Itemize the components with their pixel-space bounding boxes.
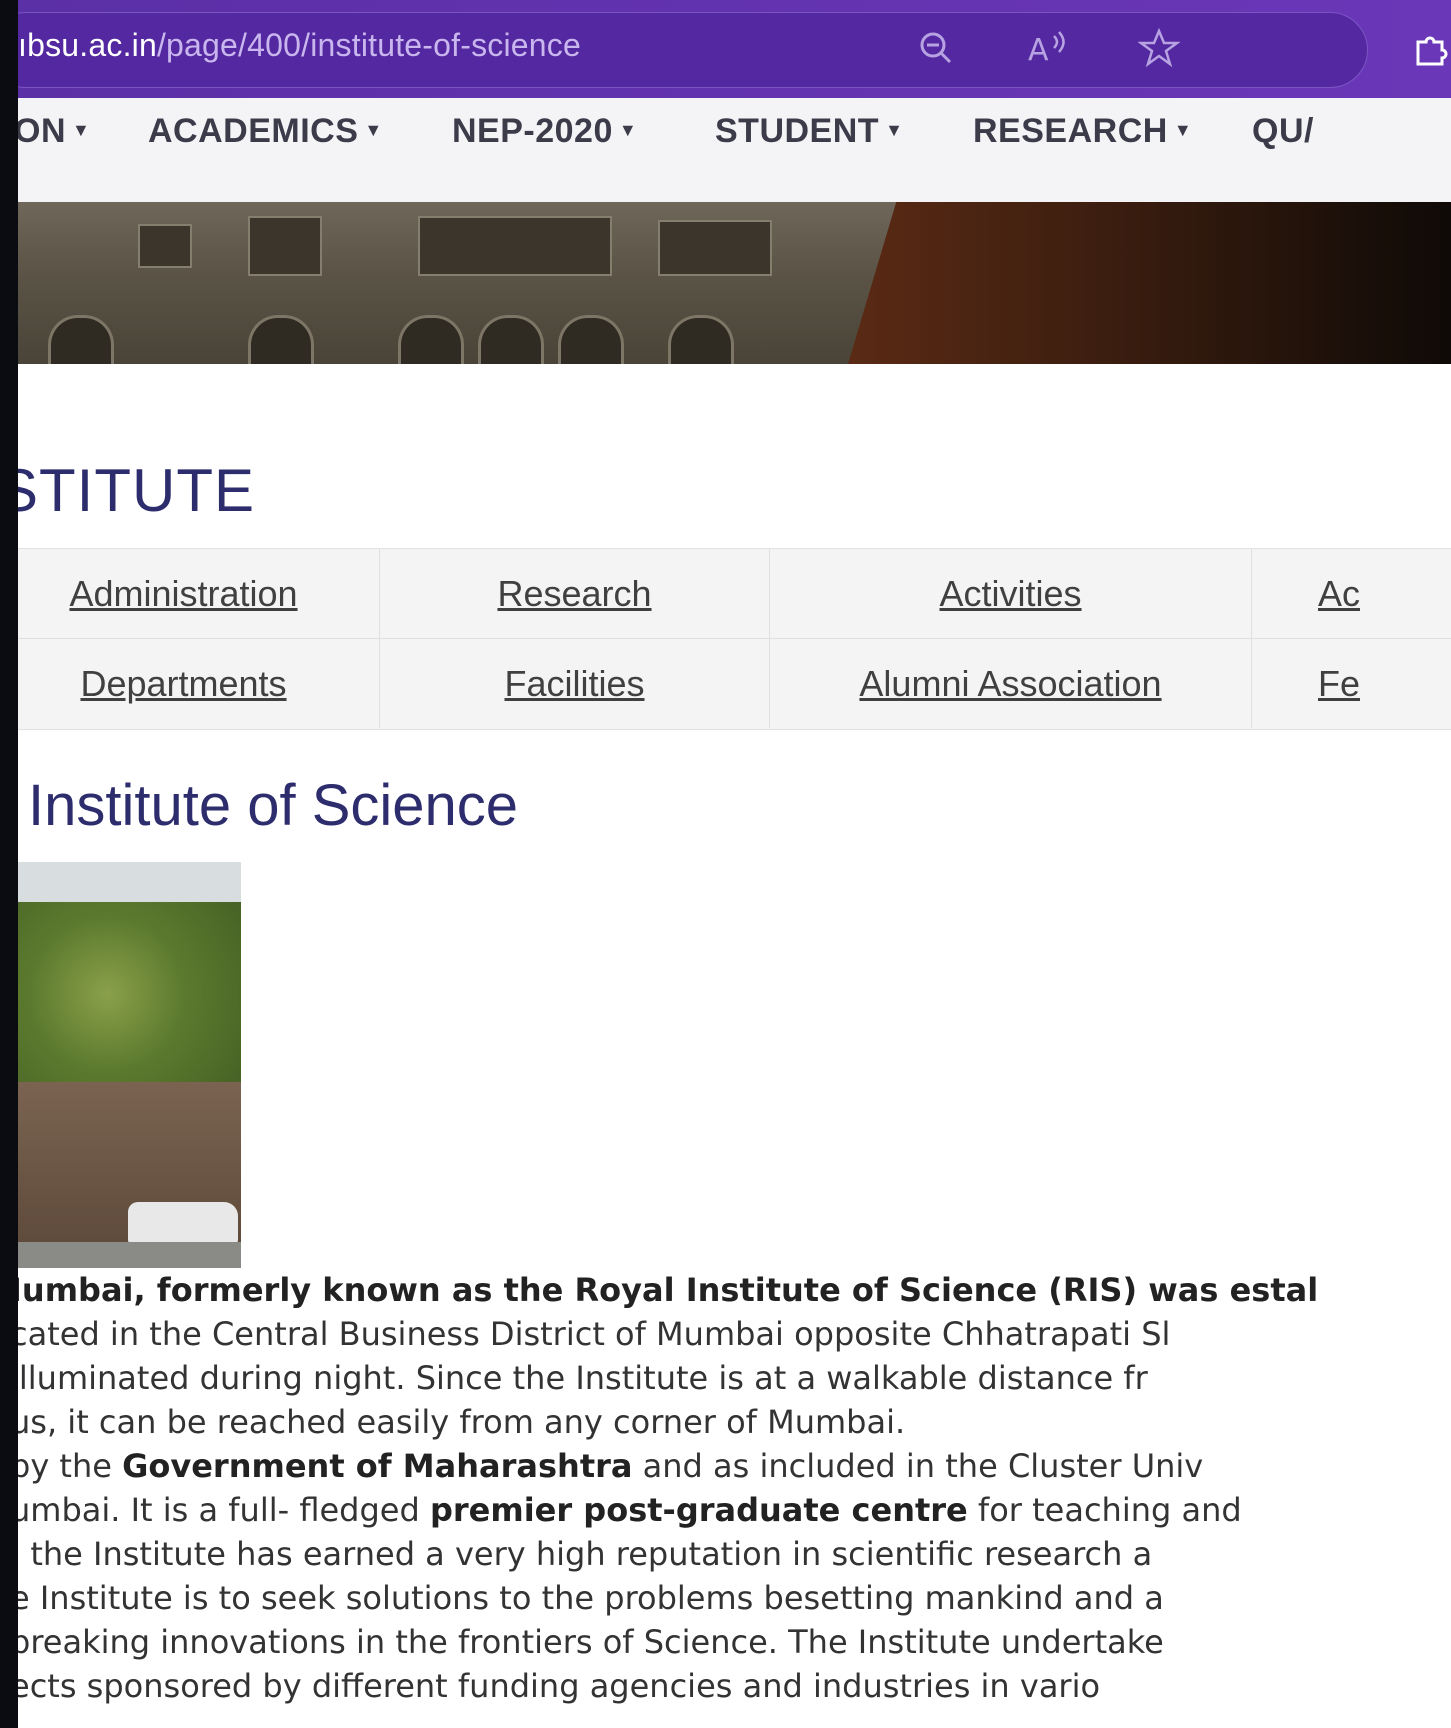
caret-down-icon: ▼	[1173, 120, 1193, 140]
caret-down-icon: ▼	[364, 120, 383, 140]
paragraph-line: e Institute is to seek solutions to the …	[18, 1579, 1164, 1617]
text-segment: umbai. It is a full- fledged	[18, 1491, 430, 1529]
read-aloud-icon[interactable]: A	[1026, 28, 1070, 74]
link-cell: Administration	[18, 549, 380, 638]
link-research[interactable]: Research	[497, 573, 651, 615]
interior-image	[848, 202, 1451, 364]
bold-text: Government of Maharashtra	[122, 1447, 633, 1485]
paragraph-line: , the Institute has earned a very high r…	[18, 1535, 1153, 1573]
institute-links-table: Administration Research Activities Ac De…	[18, 548, 1451, 730]
banner-image	[18, 202, 1451, 364]
favorite-star-icon[interactable]	[1137, 27, 1181, 74]
text-segment: for teaching and	[967, 1491, 1242, 1529]
link-administration[interactable]: Administration	[69, 573, 297, 615]
link-cell: Facilities	[380, 639, 770, 728]
caret-down-icon: ▼	[885, 120, 904, 140]
extensions-icon[interactable]	[1410, 28, 1450, 75]
paragraph-line: breaking innovations in the frontiers of…	[18, 1623, 1164, 1661]
intro-sentence: Iumbai, formerly known as the Royal Inst…	[18, 1271, 1319, 1309]
url-host: ıbsu.ac.in	[18, 27, 157, 63]
nav-label: ON	[18, 112, 66, 150]
link-cell: Research	[380, 549, 770, 638]
link-cell: Fe	[1252, 639, 1451, 728]
paragraph-line: us, it can be reached easily from any co…	[18, 1403, 906, 1441]
paragraph-line: cated in the Central Business District o…	[18, 1315, 1171, 1353]
link-cell: Ac	[1252, 549, 1451, 638]
url-path: /page/400/institute-of-science	[156, 27, 581, 63]
bold-text: premier post-graduate centre	[429, 1491, 968, 1529]
nav-label: STUDENT	[715, 112, 880, 150]
zoom-out-icon[interactable]	[916, 28, 956, 74]
text-segment: by the	[18, 1447, 123, 1485]
nav-label: RESEARCH	[973, 112, 1168, 150]
nav-item-research[interactable]: RESEARCH ▼	[973, 112, 1192, 151]
section-heading: STITUTE	[18, 457, 255, 524]
nav-label: ACADEMICS	[148, 112, 359, 150]
caret-down-icon: ▼	[72, 120, 91, 140]
main-nav: ON ▼ ACADEMICS ▼ NEP-2020 ▼ STUDENT ▼ RESEAR…	[18, 98, 1451, 202]
link-departments[interactable]: Departments	[80, 663, 286, 705]
paragraph-line: ects sponsored by different funding agen…	[18, 1667, 1101, 1705]
institute-building-photo	[18, 862, 241, 1268]
nav-item-quality[interactable]: QU/	[1252, 112, 1314, 151]
url-text[interactable]: ıbsu.ac.in/page/400/institute-of-science	[18, 27, 581, 64]
nav-item-nep-2020[interactable]: NEP-2020 ▼	[452, 112, 637, 151]
link-facilities[interactable]: Facilities	[504, 663, 644, 705]
nav-item-academics[interactable]: ACADEMICS ▼	[148, 112, 383, 151]
nav-item-student[interactable]: STUDENT ▼	[715, 112, 903, 151]
caret-down-icon: ▼	[618, 120, 638, 140]
page-title: Institute of Science	[28, 773, 519, 838]
nav-label: QU/	[1252, 112, 1314, 150]
link-cell: Activities	[770, 549, 1252, 638]
nav-item-administration[interactable]: ON ▼	[18, 112, 90, 151]
browser-window: ıbsu.ac.in/page/400/institute-of-science…	[18, 0, 1451, 1728]
browser-toolbar: ıbsu.ac.in/page/400/institute-of-science…	[18, 0, 1451, 98]
text-segment: and as included in the Cluster Univ	[632, 1447, 1204, 1485]
institute-description: Iumbai, formerly known as the Royal Inst…	[18, 1268, 1451, 1708]
link-cell: Departments	[18, 639, 380, 728]
link-activities[interactable]: Activities	[939, 573, 1081, 615]
building-facade-image	[18, 202, 918, 364]
link-academics[interactable]: Ac	[1318, 573, 1360, 615]
link-fee[interactable]: Fe	[1318, 663, 1360, 705]
nav-label: NEP-2020	[452, 112, 613, 150]
link-cell: Alumni Association	[770, 639, 1252, 728]
link-alumni-association[interactable]: Alumni Association	[859, 663, 1161, 705]
paragraph-line: illuminated during night. Since the Inst…	[18, 1359, 1148, 1397]
svg-text:A: A	[1028, 33, 1049, 68]
